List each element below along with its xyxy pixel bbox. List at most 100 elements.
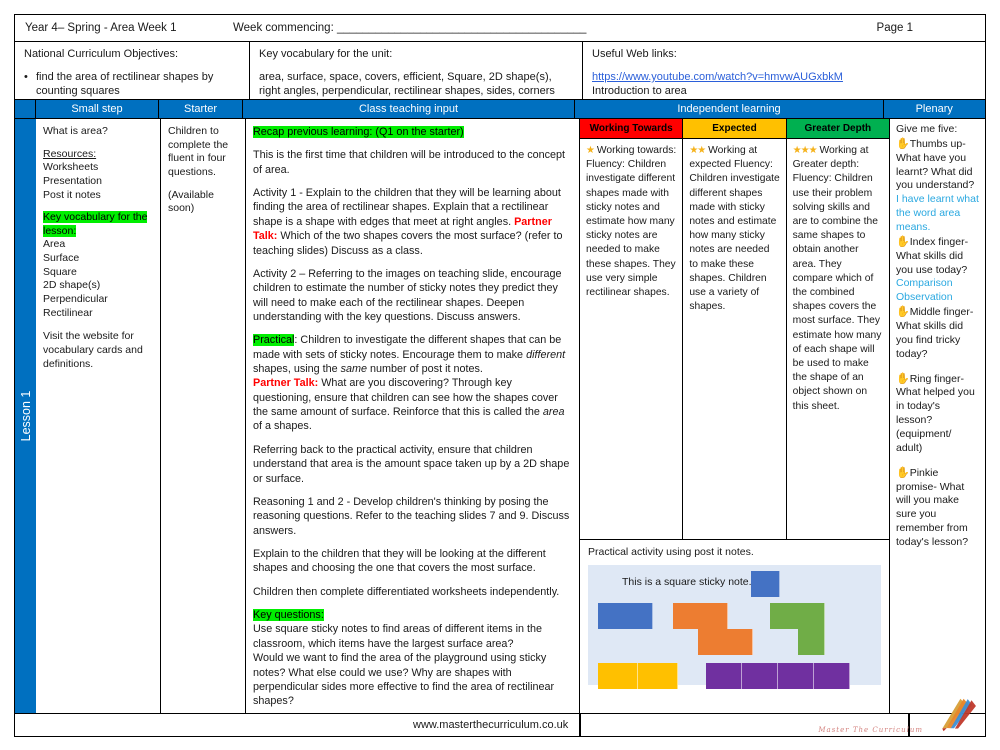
purple-note-2 (742, 663, 778, 689)
plenary-answer: I have learnt what the word area means. (896, 193, 979, 234)
plenary-item: ✋Index finger- What skills did you use t… (896, 235, 979, 305)
purple-note-3 (778, 663, 814, 689)
sticky-note-label: This is a square sticky note. (622, 576, 752, 588)
explain-paragraph: Explain to the children that they will b… (253, 547, 546, 575)
hand-icon: ✋ (896, 235, 910, 248)
nc-label: National Curriculum Objectives: (24, 48, 179, 60)
purple-note-1 (706, 663, 742, 689)
footer-website-url: www.masterthecurriculum.co.uk (413, 719, 569, 731)
resources-list: Worksheets Presentation Post it notes (43, 161, 102, 201)
independent-learning-content-row: ★ Working towards: Fluency: Children inv… (580, 139, 889, 539)
document-header-row: Year 4– Spring - Area Week 1 Week commen… (15, 15, 985, 42)
hand-icon: ✋ (896, 306, 910, 319)
sticky-notes-diagram: This is a square sticky note. (588, 565, 881, 689)
star-rating-3: ★★★ (792, 145, 818, 156)
practical-b: shapes, using the (253, 363, 341, 376)
star-rating-2: ★★ (689, 145, 706, 156)
plenary-heading: Give me five: (896, 123, 958, 135)
footer-divider-1 (579, 714, 581, 736)
recap-heading: Recap previous learning: (Q1 on the star… (253, 126, 464, 138)
reasoning-paragraph: Reasoning 1 and 2 - Develop children's t… (253, 495, 570, 537)
partner-talk-tag-2: Partner Talk: (253, 377, 319, 390)
lesson-vocab-heading: Key vocabulary for the lesson: (43, 211, 148, 237)
web-links-cell: Useful Web links: https://www.youtube.co… (583, 42, 985, 99)
small-step-question: What is area? (43, 125, 108, 137)
expected-body: Fluency: Children investigate different … (689, 159, 780, 313)
partner-talk-c: of a shapes. (253, 420, 312, 433)
page-number: Page 1 (876, 22, 913, 34)
green-note-top (770, 603, 825, 629)
purple-note-4 (814, 663, 850, 689)
plenary-items: ✋Thumbs up- What have you learnt? What d… (896, 137, 979, 550)
lesson-tab-spacer (15, 100, 36, 118)
practical-a: : Children to investigate the different … (253, 334, 562, 361)
document-frame: Year 4– Spring - Area Week 1 Week commen… (14, 14, 986, 737)
working-towards-cell: ★ Working towards: Fluency: Children inv… (580, 139, 684, 539)
activity-1-paragraph: Activity 1 - Explain to the children tha… (253, 186, 572, 258)
key-questions-text: Use square sticky notes to find areas of… (253, 623, 555, 708)
column-headers-band: Small step Starter Class teaching input … (15, 100, 985, 119)
youtube-link[interactable]: https://www.youtube.com/watch?v=hmvwAUGx… (592, 71, 843, 83)
header-starter: Starter (158, 100, 243, 118)
plenary-answer: Comparison Observation (896, 277, 953, 304)
band-working-towards: Working Towards (580, 119, 684, 139)
intro-paragraph: This is the first time that children wil… (253, 149, 566, 176)
practical-paragraph: Practical: Children to investigate the d… (253, 333, 572, 376)
green-note-bottom (798, 629, 825, 655)
plenary-item: ✋Middle finger- What skills did you find… (896, 305, 979, 361)
header-independent-learning: Independent learning (574, 100, 884, 118)
national-curriculum-cell: National Curriculum Objectives: • find t… (15, 42, 250, 99)
plenary-item: ✋Ring finger- What helped you in today's… (896, 372, 979, 456)
plenary-item: ✋Thumbs up- What have you learnt? What d… (896, 137, 979, 235)
footer-brand-text: Master The Curriculum (818, 726, 923, 734)
blue-rectangle-note (598, 603, 653, 629)
lesson-tab-label: Lesson 1 (18, 390, 33, 442)
lesson-body: Lesson 1 What is area? Resources: Worksh… (15, 119, 985, 713)
practical-c: number of post it notes. (367, 363, 483, 376)
practical-activity-caption: Practical activity using post it notes. (588, 546, 754, 558)
working-towards-title: Working towards: (596, 145, 677, 156)
starter-availability: (Available soon) (168, 188, 214, 215)
orange-note-bottom (698, 629, 753, 655)
practical-italic-different: different (526, 348, 566, 361)
vocab-label: Key vocabulary for the unit: (259, 48, 393, 60)
hand-icon: ✋ (896, 466, 910, 479)
activity-1-post: Which of the two shapes covers the most … (253, 230, 563, 257)
orange-note-top (673, 603, 728, 629)
objectives-row: National Curriculum Objectives: • find t… (15, 42, 985, 100)
lesson-vocab-list: Area Surface Square 2D shape(s) Perpendi… (43, 238, 108, 319)
practical-italic-same: same (340, 363, 368, 376)
starter-column: Children to complete the fluent in four … (161, 119, 246, 713)
small-step-column: What is area? Resources: Worksheets Pres… (36, 119, 161, 713)
star-rating-1: ★ (586, 145, 595, 156)
referring-paragraph: Referring back to the practical activity… (253, 443, 570, 485)
bullet-icon: • (24, 71, 28, 84)
page-title: Year 4– Spring - Area Week 1 (25, 22, 177, 34)
header-small-step: Small step (34, 100, 160, 118)
expected-cell: ★★ Working at expected Fluency: Children… (683, 139, 787, 539)
practical-tag: Practical (253, 334, 295, 347)
website-note: Visit the website for vocabulary cards a… (43, 330, 143, 370)
yellow-note-1 (598, 663, 638, 689)
greater-depth-cell: ★★★ Working at Greater depth: Fluency: C… (787, 139, 889, 539)
master-the-curriculum-logo (925, 695, 979, 738)
partner-talk-paragraph-2: Partner Talk: What are you discovering? … (253, 376, 572, 433)
unit-vocabulary-cell: Key vocabulary for the unit: area, surfa… (250, 42, 583, 99)
web-link-caption: Introduction to area (592, 85, 687, 98)
band-expected: Expected (683, 119, 787, 139)
class-teaching-input-column: Recap previous learning: (Q1 on the star… (246, 119, 580, 713)
partner-talk-italic-area: area (542, 406, 565, 419)
single-square-note (751, 571, 780, 597)
working-towards-body: Fluency: Children investigate different … (586, 159, 676, 299)
activity-2-paragraph: Activity 2 – Referring to the images on … (253, 267, 562, 323)
plenary-column: Give me five: ✋Thumbs up- What have you … (890, 119, 985, 713)
independent-learning-column: Working Towards Expected Greater Depth ★… (580, 119, 890, 713)
header-class-teaching-input: Class teaching input (241, 100, 576, 118)
lesson-number-tab: Lesson 1 (15, 119, 36, 713)
nc-bullet-text: find the area of rectilinear shapes by c… (36, 71, 214, 98)
greater-depth-body: Fluency: Children use their problem solv… (792, 173, 882, 412)
hand-icon: ✋ (896, 372, 910, 385)
plenary-item: ✋Pinkie promise- What will you make sure… (896, 466, 979, 550)
week-commencing-field: Week commencing: _______________________… (233, 22, 587, 34)
key-questions-heading: Key questions: (253, 609, 324, 622)
